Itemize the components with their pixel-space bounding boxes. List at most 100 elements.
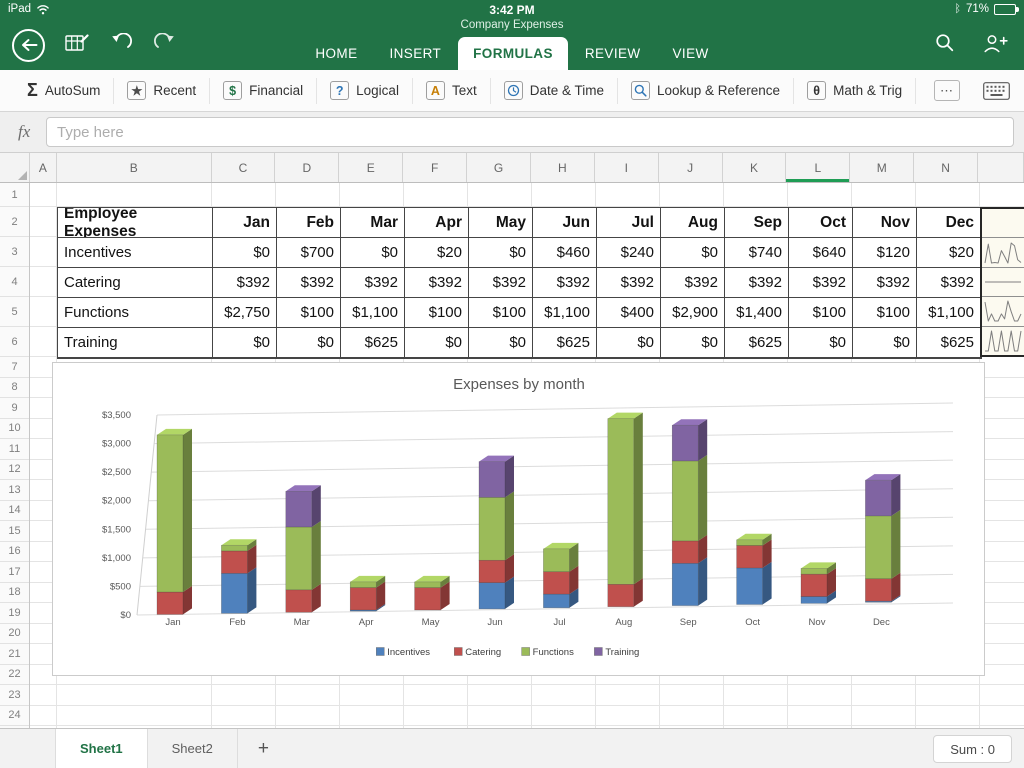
row-header-1[interactable]: 1 <box>0 183 29 207</box>
row-header-2[interactable]: 2 <box>0 207 29 237</box>
table-cell[interactable]: $240 <box>597 238 661 268</box>
share-people-button[interactable] <box>983 34 1008 58</box>
table-cell[interactable]: $0 <box>597 328 661 358</box>
table-header-cell[interactable]: Apr <box>405 208 469 238</box>
table-header-cell[interactable]: Nov <box>853 208 917 238</box>
tab-formulas[interactable]: FORMULAS <box>458 37 568 70</box>
row-header-10[interactable]: 10 <box>0 419 29 440</box>
table-cell[interactable]: $392 <box>405 268 469 298</box>
table-cell[interactable]: $700 <box>277 238 341 268</box>
table-cell[interactable]: $625 <box>533 328 597 358</box>
expenses-chart[interactable]: Expenses by month$0$500$1,000$1,500$2,00… <box>52 362 985 676</box>
sparkline-cell[interactable] <box>982 209 1024 238</box>
table-cell[interactable]: $100 <box>853 298 917 328</box>
table-cell[interactable]: $392 <box>725 268 789 298</box>
text-button[interactable]: AText <box>413 78 491 104</box>
table-cell[interactable]: $2,750 <box>213 298 277 328</box>
row-header-21[interactable]: 21 <box>0 644 29 665</box>
row-header-5[interactable]: 5 <box>0 297 29 327</box>
column-header-H[interactable]: H <box>531 153 595 182</box>
row-header-7[interactable]: 7 <box>0 357 29 378</box>
table-row-label-cell[interactable]: Training <box>58 328 213 358</box>
table-header-cell[interactable]: May <box>469 208 533 238</box>
table-cell[interactable]: $0 <box>661 328 725 358</box>
table-cell[interactable]: $1,400 <box>725 298 789 328</box>
table-cell[interactable]: $0 <box>277 328 341 358</box>
select-all-corner[interactable] <box>0 153 30 182</box>
column-header-M[interactable]: M <box>850 153 914 182</box>
table-cell[interactable]: $640 <box>789 238 853 268</box>
table-cell[interactable]: $1,100 <box>533 298 597 328</box>
sparkline-cell[interactable] <box>982 268 1024 297</box>
column-header-partial[interactable] <box>978 153 1024 182</box>
table-row-label-cell[interactable]: Functions <box>58 298 213 328</box>
table-cell[interactable]: $0 <box>469 328 533 358</box>
table-header-cell[interactable]: Aug <box>661 208 725 238</box>
table-header-cell[interactable]: Jun <box>533 208 597 238</box>
row-header-8[interactable]: 8 <box>0 378 29 399</box>
table-cell[interactable]: $0 <box>213 328 277 358</box>
table-header-cell[interactable]: Oct <box>789 208 853 238</box>
row-header-11[interactable]: 11 <box>0 439 29 460</box>
sparkline-cell[interactable] <box>982 238 1024 267</box>
row-header-6[interactable]: 6 <box>0 327 29 357</box>
table-cell[interactable]: $0 <box>661 238 725 268</box>
table-cell[interactable]: $100 <box>789 298 853 328</box>
column-header-I[interactable]: I <box>595 153 659 182</box>
column-header-F[interactable]: F <box>403 153 467 182</box>
table-cell[interactable]: $0 <box>789 328 853 358</box>
table-cell[interactable]: $392 <box>341 268 405 298</box>
table-cell[interactable]: $100 <box>405 298 469 328</box>
sparkline-cell[interactable] <box>982 327 1024 355</box>
tab-insert[interactable]: INSERT <box>374 37 456 70</box>
table-cell[interactable]: $0 <box>341 238 405 268</box>
row-header-19[interactable]: 19 <box>0 603 29 624</box>
sparkline-column[interactable] <box>980 207 1024 357</box>
row-header-3[interactable]: 3 <box>0 237 29 267</box>
table-row-label-cell[interactable]: Catering <box>58 268 213 298</box>
date-time-button[interactable]: Date & Time <box>491 78 618 104</box>
table-cell[interactable]: $20 <box>917 238 981 268</box>
financial-button[interactable]: $Financial <box>210 78 317 104</box>
sheet-tab-sheet1[interactable]: Sheet1 <box>55 729 148 768</box>
table-cell[interactable]: $0 <box>469 238 533 268</box>
sheet-tab-sheet2[interactable]: Sheet2 <box>148 729 238 768</box>
table-header-cell[interactable]: Dec <box>917 208 981 238</box>
tab-review[interactable]: REVIEW <box>570 37 656 70</box>
column-header-L[interactable]: L <box>786 153 850 182</box>
more-functions-button[interactable]: ⋯ <box>934 80 960 101</box>
table-cell[interactable]: $0 <box>213 238 277 268</box>
row-header-24[interactable]: 24 <box>0 706 29 727</box>
column-header-J[interactable]: J <box>659 153 723 182</box>
search-button[interactable] <box>935 33 955 58</box>
column-header-G[interactable]: G <box>467 153 531 182</box>
row-header-15[interactable]: 15 <box>0 521 29 542</box>
sparkline-cell[interactable] <box>982 297 1024 326</box>
column-header-N[interactable]: N <box>914 153 978 182</box>
row-header-9[interactable]: 9 <box>0 398 29 419</box>
math-trig-button[interactable]: θMath & Trig <box>794 78 916 104</box>
table-cell[interactable]: $625 <box>917 328 981 358</box>
table-cell[interactable]: $392 <box>213 268 277 298</box>
table-header-cell[interactable]: Jul <box>597 208 661 238</box>
table-cell[interactable]: $400 <box>597 298 661 328</box>
table-cell[interactable]: $392 <box>917 268 981 298</box>
table-row-label-cell[interactable]: Incentives <box>58 238 213 268</box>
row-header-22[interactable]: 22 <box>0 665 29 686</box>
table-cell[interactable]: $392 <box>853 268 917 298</box>
formula-input[interactable] <box>46 117 1014 147</box>
table-cell[interactable]: $120 <box>853 238 917 268</box>
table-header-cell[interactable]: Sep <box>725 208 789 238</box>
lookup-reference-button[interactable]: Lookup & Reference <box>618 78 794 104</box>
row-header-16[interactable]: 16 <box>0 542 29 563</box>
row-header-20[interactable]: 20 <box>0 624 29 645</box>
table-cell[interactable]: $1,100 <box>341 298 405 328</box>
tab-view[interactable]: VIEW <box>658 37 724 70</box>
table-cell[interactable]: $0 <box>405 328 469 358</box>
sum-status[interactable]: Sum : 0 <box>933 735 1012 763</box>
row-header-4[interactable]: 4 <box>0 267 29 297</box>
table-cell[interactable]: $20 <box>405 238 469 268</box>
row-header-14[interactable]: 14 <box>0 501 29 522</box>
column-header-B[interactable]: B <box>57 153 212 182</box>
table-cell[interactable]: $100 <box>469 298 533 328</box>
